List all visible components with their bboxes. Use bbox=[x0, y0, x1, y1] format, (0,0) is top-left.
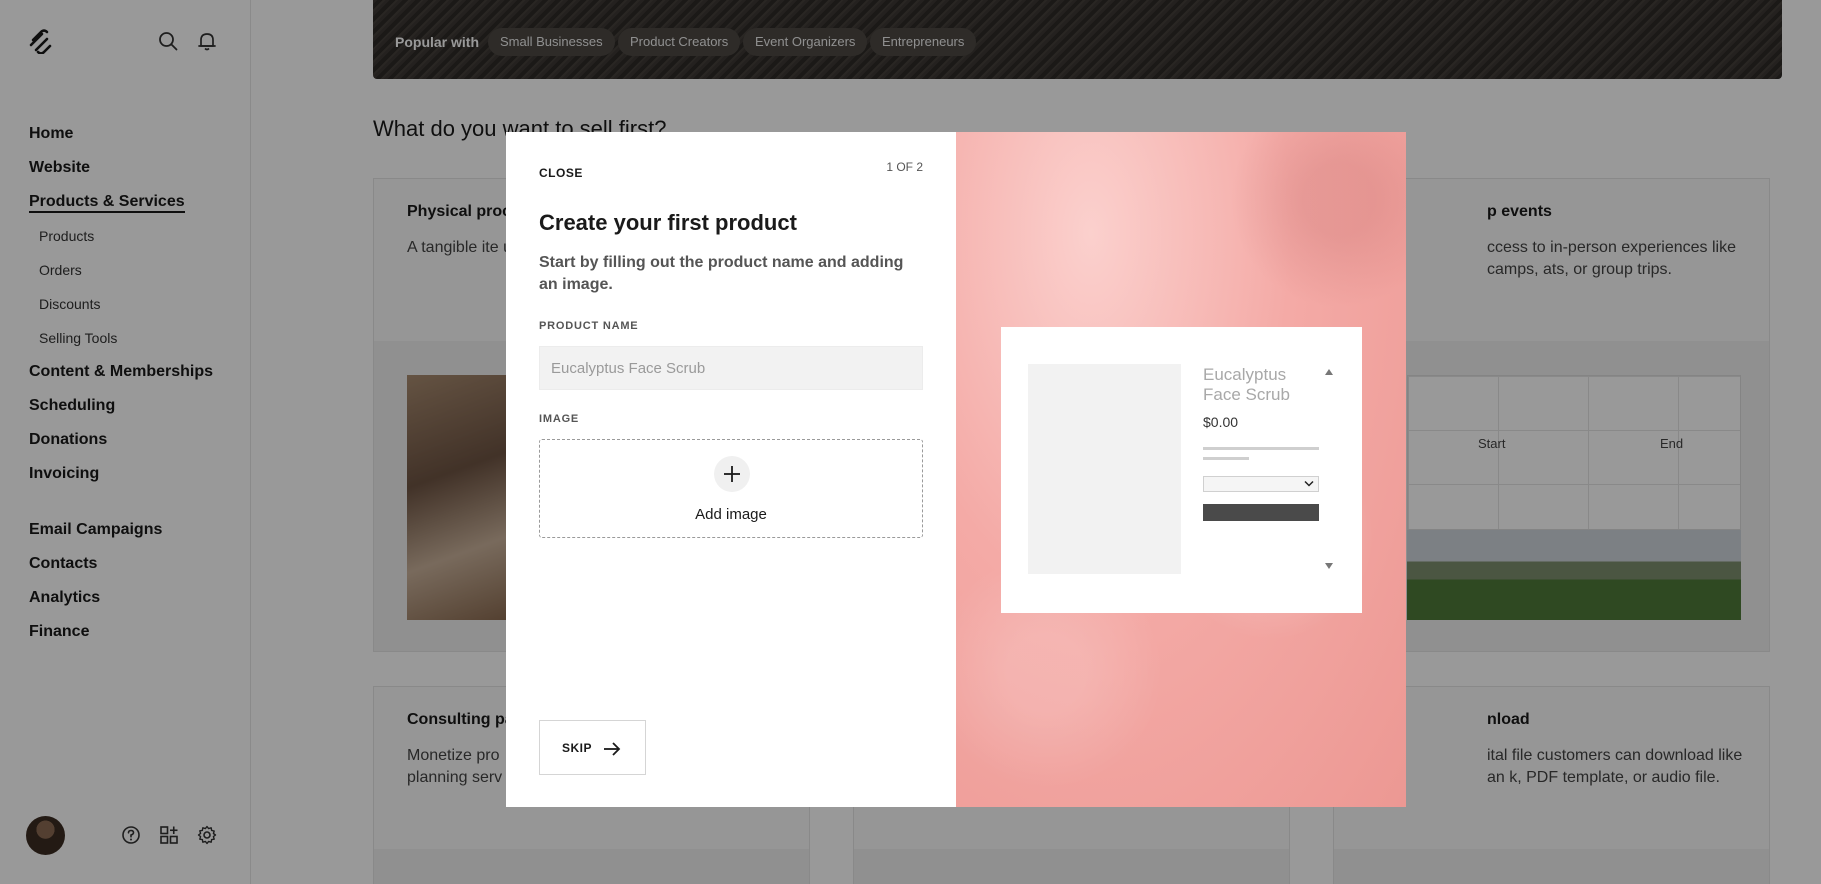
preview-product-price: $0.00 bbox=[1203, 414, 1239, 430]
image-label: IMAGE bbox=[539, 413, 580, 425]
preview-add-to-cart-button bbox=[1203, 504, 1319, 521]
preview-variant-select bbox=[1203, 476, 1319, 492]
product-name-label: PRODUCT NAME bbox=[539, 320, 639, 332]
add-image-label: Add image bbox=[695, 506, 767, 523]
preview-product-name: Eucalyptus Face Scrub bbox=[1203, 365, 1290, 404]
product-preview-card: Eucalyptus Face Scrub $0.00 bbox=[1001, 327, 1362, 613]
scroll-up-icon bbox=[1325, 369, 1333, 375]
create-product-modal: CLOSE 1 OF 2 Create your first product S… bbox=[506, 132, 1406, 807]
scroll-down-icon bbox=[1325, 563, 1333, 569]
modal-subtitle: Start by filling out the product name an… bbox=[539, 254, 904, 293]
close-button[interactable]: CLOSE bbox=[539, 162, 583, 184]
skip-button[interactable]: SKIP bbox=[539, 720, 646, 775]
chevron-down-icon bbox=[1304, 480, 1314, 487]
arrow-right-icon bbox=[604, 742, 621, 756]
preview-description-line bbox=[1203, 457, 1249, 460]
modal-preview-panel: Eucalyptus Face Scrub $0.00 bbox=[956, 132, 1406, 807]
modal-title: Create your first product bbox=[539, 210, 797, 235]
step-indicator: 1 OF 2 bbox=[886, 160, 923, 174]
modal-form-panel: CLOSE 1 OF 2 Create your first product S… bbox=[506, 132, 956, 807]
add-image-dropzone[interactable]: Add image bbox=[539, 439, 923, 538]
preview-description-line bbox=[1203, 447, 1319, 450]
plus-icon bbox=[714, 456, 750, 492]
preview-image-placeholder bbox=[1028, 364, 1181, 574]
skip-label: SKIP bbox=[562, 741, 593, 755]
product-name-input[interactable] bbox=[539, 346, 923, 390]
